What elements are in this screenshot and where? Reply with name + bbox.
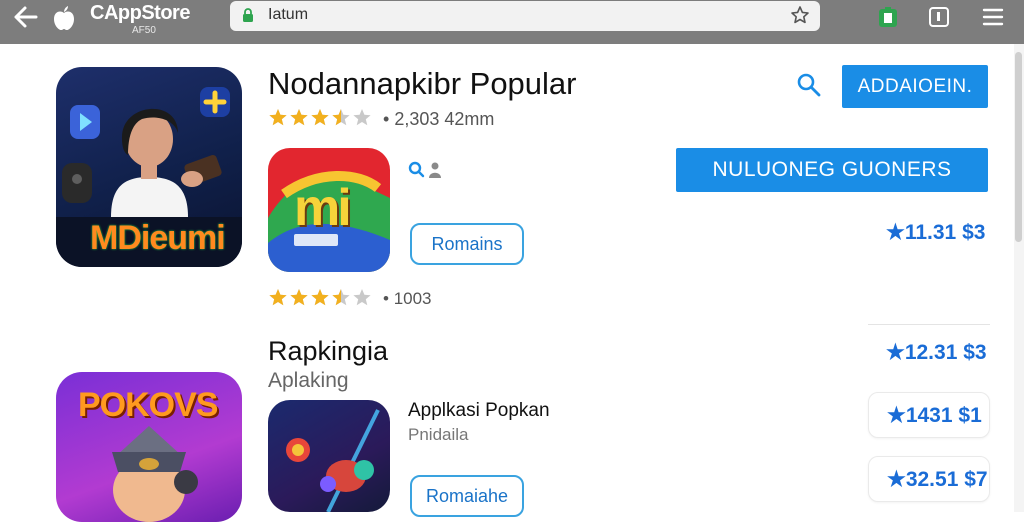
- back-arrow-icon[interactable]: [10, 4, 40, 30]
- search-person-icon[interactable]: [408, 160, 444, 180]
- rating-star-icon: [311, 109, 329, 126]
- lock-icon: [242, 8, 254, 22]
- price-star-icon: ★: [886, 221, 905, 244]
- scrollbar[interactable]: [1014, 44, 1024, 512]
- item-two-large-app-icon[interactable]: POKOVS: [56, 372, 242, 522]
- price-star-icon: ★: [886, 341, 905, 364]
- section-divider: [868, 324, 990, 325]
- rating-star-icon: [332, 109, 350, 126]
- featured-rating-stars: [268, 108, 378, 128]
- rating-star-icon: [290, 289, 308, 306]
- item-two-subtitle: Pnidaila: [408, 425, 469, 444]
- item-one-button[interactable]: Romains: [410, 223, 524, 265]
- item-two-button[interactable]: Romaiahe: [410, 475, 524, 517]
- rating-star-icon: [290, 109, 308, 126]
- item-one-rating-stars: [268, 288, 378, 308]
- scrollbar-thumb[interactable]: [1015, 52, 1022, 242]
- url-text: Iatum: [268, 6, 309, 23]
- price-star-icon: ★: [887, 468, 906, 491]
- item-two-app-icon[interactable]: [268, 400, 390, 512]
- rating-star-icon: [269, 289, 287, 306]
- bullet-dot: •: [383, 109, 395, 129]
- rating-star-icon: [353, 289, 371, 306]
- price-card-two-value: ★32.51 $7: [887, 468, 988, 491]
- apple-logo-icon[interactable]: [50, 4, 78, 32]
- price-star-icon: ★: [887, 404, 906, 427]
- section-price: ★12.31 $3: [886, 341, 987, 364]
- address-bar[interactable]: Iatum: [230, 1, 820, 31]
- rating-star-icon: [311, 289, 329, 306]
- rating-star-icon: [353, 109, 371, 126]
- menu-icon[interactable]: [982, 8, 1004, 26]
- price-card-one[interactable]: ★1431 $1: [868, 392, 990, 438]
- browser-toolbar: CAppStore AF50 Iatum: [0, 0, 1024, 44]
- bookmark-star-icon[interactable]: [790, 5, 810, 25]
- brand-name: CAppStore: [90, 2, 190, 24]
- item-one-icon-text: mi: [294, 179, 352, 237]
- search-icon[interactable]: [796, 72, 822, 98]
- section-title: Rapkingia: [268, 336, 389, 366]
- extension-icon[interactable]: [878, 6, 898, 28]
- featured-icon-text: MDieumi: [90, 219, 226, 257]
- wide-action-button[interactable]: NULUONEG GUONERS: [676, 148, 988, 192]
- rating-star-icon: [269, 109, 287, 126]
- add-button[interactable]: ADDAIOEIN.: [842, 65, 988, 108]
- tabs-icon[interactable]: [928, 6, 950, 28]
- featured-title: Nodannapkibr Popular: [268, 66, 577, 101]
- price-card-one-value: ★1431 $1: [887, 404, 982, 427]
- brand-subtitle: AF50: [132, 25, 156, 36]
- item-two-large-icon-text: POKOVS: [78, 386, 218, 424]
- featured-rating-meta: • 2,303 42mm: [383, 109, 495, 129]
- item-one-app-icon[interactable]: mi: [268, 148, 390, 272]
- featured-price: ★11.31 $3: [886, 221, 986, 244]
- bullet-dot: •: [383, 289, 394, 308]
- item-one-rating-meta: • 1003: [383, 289, 432, 308]
- featured-app-icon[interactable]: MDieumi: [56, 67, 242, 267]
- price-card-two[interactable]: ★32.51 $7: [868, 456, 990, 502]
- brand-c-icon: C: [90, 2, 104, 24]
- rating-star-icon: [332, 289, 350, 306]
- section-subtitle: Aplaking: [268, 369, 349, 392]
- item-two-title: Applkasi Popkan: [408, 400, 550, 421]
